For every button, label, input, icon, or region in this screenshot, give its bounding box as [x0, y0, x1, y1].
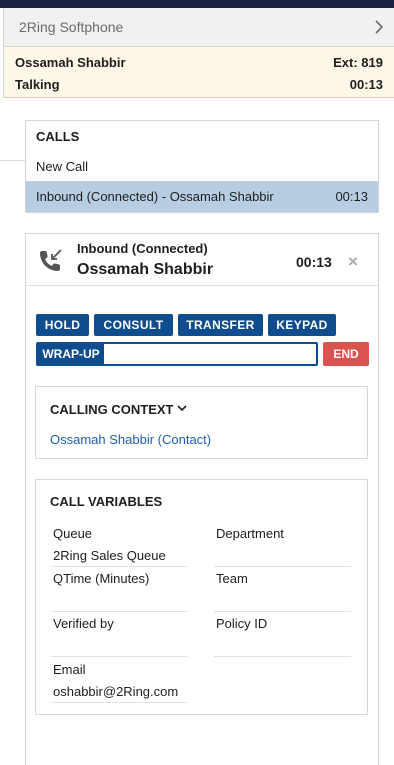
variable-label: Verified by — [53, 616, 114, 631]
variable-verified-by: Verified by — [51, 614, 188, 657]
agent-extension: Ext: 819 — [333, 55, 383, 70]
variable-email: Email oshabbir@2Ring.com — [51, 660, 188, 703]
active-call-row[interactable]: Inbound (Connected) - Ossamah Shabbir 00… — [26, 181, 378, 212]
agent-status-bar: Ossamah Shabbir Talking Ext: 819 00:13 — [3, 47, 394, 98]
caller-name: Ossamah Shabbir — [77, 261, 214, 278]
status-timer: 00:13 — [349, 77, 383, 92]
calls-title: CALLS — [36, 129, 80, 144]
calling-context-title[interactable]: CALLING CONTEXT — [50, 402, 174, 417]
calling-context-section: CALLING CONTEXT Ossamah Shabbir (Contact… — [35, 386, 368, 459]
variable-qtime: QTime (Minutes) — [51, 569, 188, 612]
transfer-button[interactable]: TRANSFER — [178, 314, 263, 336]
wrapup-input[interactable] — [104, 344, 316, 364]
calls-panel: CALLS New Call Inbound (Connected) - Oss… — [25, 120, 379, 213]
variable-team: Team — [214, 569, 351, 612]
variable-queue: Queue 2Ring Sales Queue — [51, 524, 188, 567]
app-header[interactable]: 2Ring Softphone — [3, 8, 394, 47]
variable-label: Email — [53, 662, 86, 677]
call-variables-title: CALL VARIABLES — [50, 494, 163, 509]
chevron-down-icon[interactable] — [177, 404, 187, 412]
wrapup-group: WRAP-UP — [36, 342, 318, 366]
chevron-right-icon[interactable] — [374, 19, 384, 35]
variable-label: Team — [216, 571, 248, 586]
variable-policy-id: Policy ID — [214, 614, 351, 657]
active-call-time: 00:13 — [335, 189, 368, 204]
new-call-link[interactable]: New Call — [36, 159, 88, 174]
variable-label: Queue — [53, 526, 93, 541]
end-call-button[interactable]: END — [323, 342, 369, 366]
agent-state: Talking — [15, 77, 60, 92]
window-top-strip — [0, 0, 394, 8]
active-call-label: Inbound (Connected) - Ossamah Shabbir — [36, 189, 274, 204]
call-direction: Inbound (Connected) — [77, 241, 208, 256]
variable-value: 2Ring Sales Queue — [53, 548, 166, 563]
divider — [0, 160, 28, 161]
call-header: Inbound (Connected) Ossamah Shabbir 00:1… — [26, 234, 378, 286]
contact-link[interactable]: Ossamah Shabbir (Contact) — [50, 432, 211, 447]
hold-button[interactable]: HOLD — [36, 314, 89, 336]
close-icon[interactable]: × — [348, 252, 358, 272]
app-title: 2Ring Softphone — [19, 19, 124, 35]
variable-label: Policy ID — [216, 616, 268, 631]
call-timer: 00:13 — [296, 254, 332, 270]
variable-department: Department — [214, 524, 351, 567]
incoming-call-phone-icon — [40, 249, 62, 271]
variable-value: oshabbir@2Ring.com — [53, 684, 179, 699]
agent-name: Ossamah Shabbir — [15, 55, 126, 70]
variable-label: Department — [216, 526, 284, 541]
consult-button[interactable]: CONSULT — [94, 314, 173, 336]
call-detail-panel: Inbound (Connected) Ossamah Shabbir 00:1… — [25, 233, 379, 765]
wrapup-label: WRAP-UP — [38, 344, 104, 364]
call-variables-section: CALL VARIABLES Queue 2Ring Sales Queue D… — [35, 479, 368, 715]
keypad-button[interactable]: KEYPAD — [268, 314, 336, 336]
variable-label: QTime (Minutes) — [53, 571, 150, 586]
